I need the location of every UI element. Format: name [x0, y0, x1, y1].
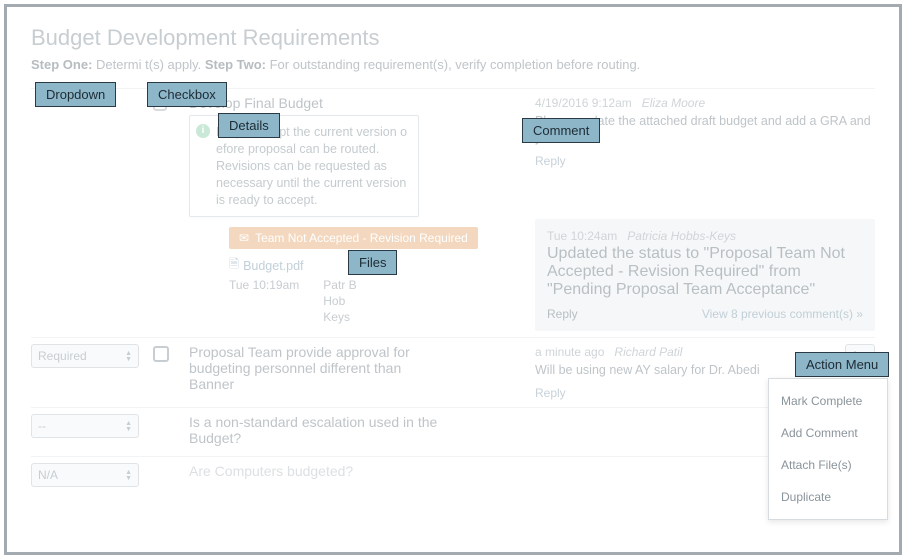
step1-label: Step One: — [31, 57, 92, 72]
envelope-icon: ✉ — [239, 231, 249, 245]
requirement-row: Required ▲▼ Proposal Team provide approv… — [31, 337, 875, 407]
status-dropdown[interactable]: Required ▲▼ — [31, 344, 139, 368]
caret-icon: ▲▼ — [125, 421, 132, 432]
comment-user: Richard Patil — [614, 345, 682, 359]
status-comment-time: Tue 10:24am — [547, 229, 617, 243]
step2-label: Step Two: — [205, 57, 266, 72]
requirement-title: Are Computers budgeted? — [189, 463, 515, 479]
comment-user: Eliza Moore — [642, 96, 705, 110]
chevron-down-icon — [864, 354, 870, 358]
action-add-comment[interactable]: Add Comment — [769, 417, 887, 449]
step1-text: Determi t(s) apply. — [92, 57, 204, 72]
comment-time: 4/19/2016 9:12am — [535, 96, 632, 110]
action-mark-complete[interactable]: Mark Complete — [769, 385, 887, 417]
file-name: Budget.pdf — [243, 259, 303, 273]
requirement-row: Develop Final Budget i Proposa cept the … — [31, 88, 875, 337]
file-time: Tue 10:19am — [229, 278, 299, 325]
comment: 4/19/2016 9:12am Eliza Moore Please upda… — [535, 95, 875, 169]
action-menu-button[interactable] — [845, 344, 875, 368]
requirement-row: N/A ▲▼ Are Computers budgeted? — [31, 456, 875, 493]
file-icon: 🗎 — [229, 255, 239, 276]
comment-body: Please update the attached draft budget … — [535, 113, 875, 147]
caret-icon: ▲▼ — [125, 351, 132, 362]
page-title: Budget Development Requirements — [31, 25, 875, 51]
dropdown-value: -- — [38, 419, 46, 433]
status-badge-text: Team Not Accepted - Revision Required — [255, 231, 468, 245]
requirement-title: Proposal Team provide approval for budge… — [189, 344, 449, 392]
action-duplicate[interactable]: Duplicate — [769, 481, 887, 513]
dropdown-value: Required — [38, 349, 87, 363]
requirement-row: -- ▲▼ Is a non-standard escalation used … — [31, 407, 875, 456]
view-previous-link[interactable]: View 8 previous comment(s) » — [702, 307, 863, 321]
info-icon: i — [196, 124, 210, 138]
file-block: 🗎 Budget.pdf Tue 10:19am Patr B Hob Keys — [229, 255, 515, 325]
details-box: i Proposa cept the current version o efo… — [189, 115, 419, 217]
requirement-title: Is a non-standard escalation used in the… — [189, 414, 449, 446]
file-uploader: Patr B Hob Keys — [323, 278, 356, 325]
details-text: Proposa cept the current version o efore… — [216, 125, 407, 207]
reply-link[interactable]: Reply — [547, 307, 578, 321]
status-comment-user: Patricia Hobbs-Keys — [627, 229, 736, 243]
requirement-title: Develop Final Budget — [189, 95, 515, 111]
comment-time: a minute ago — [535, 345, 604, 359]
reply-link[interactable]: Reply — [535, 153, 875, 169]
action-menu: Mark Complete Add Comment Attach File(s)… — [768, 378, 888, 520]
status-dropdown[interactable]: -- ▲▼ — [31, 414, 139, 438]
row-checkbox[interactable] — [153, 346, 169, 362]
status-comment: Tue 10:24am Patricia Hobbs-Keys Updated … — [535, 219, 875, 331]
caret-icon: ▲▼ — [125, 470, 132, 481]
comment-body: Will be using new AY salary for Dr. Abed… — [535, 362, 875, 379]
status-dropdown[interactable]: N/A ▲▼ — [31, 463, 139, 487]
row-checkbox[interactable] — [153, 97, 167, 111]
dropdown-value: N/A — [38, 468, 58, 482]
status-badge: ✉ Team Not Accepted - Revision Required — [229, 227, 478, 249]
action-attach-files[interactable]: Attach File(s) — [769, 449, 887, 481]
gear-icon — [850, 350, 862, 362]
file-link[interactable]: 🗎 Budget.pdf — [229, 255, 304, 276]
steps-line: Step One: Determi t(s) apply. Step Two: … — [31, 57, 875, 72]
step2-text: For outstanding requirement(s), verify c… — [266, 57, 640, 72]
status-comment-body: Updated the status to "Proposal Team Not… — [547, 245, 863, 299]
